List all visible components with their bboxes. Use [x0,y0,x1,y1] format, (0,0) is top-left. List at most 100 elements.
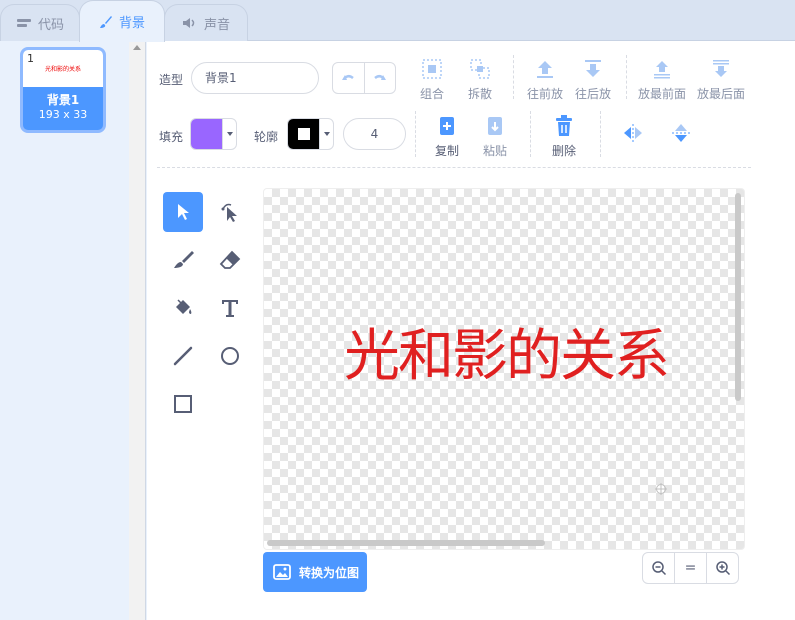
paste-label: 粘贴 [483,144,508,158]
zoom-out-button[interactable] [643,553,674,583]
costume-name-label: 造型 [159,73,184,87]
toolbar-divider [415,111,416,157]
line-icon [173,346,193,366]
arrow-up-icon [537,61,553,78]
canvas-vertical-scrollbar[interactable] [735,193,741,401]
backward-label: 往后放 [575,87,612,101]
tab-sounds[interactable]: 声音 [164,4,248,41]
thumbnail-text: 光和影的关系 [44,66,81,73]
ungroup-icon [470,59,490,79]
front-button[interactable]: 放最前面 [638,57,686,102]
text-icon [222,300,238,317]
send-to-back-icon [713,60,729,77]
dropdown-arrow-icon [319,119,333,149]
flip-horizontal-icon [624,124,642,142]
undo-icon [342,75,355,80]
rectangle-icon [174,395,192,413]
list-scrollbar[interactable] [129,41,146,620]
delete-label: 删除 [552,144,577,158]
ungroup-button[interactable]: 拆散 [468,57,492,102]
speaker-icon [182,18,195,28]
convert-label: 转换为位图 [299,565,360,580]
delete-button[interactable]: 删除 [552,114,576,159]
zoom-in-icon [715,561,730,576]
backward-button[interactable]: 往后放 [575,57,611,102]
brush-icon [99,15,112,28]
tab-sounds-label: 声音 [203,17,230,33]
code-icon [16,19,31,27]
copy-button[interactable]: 复制 [435,114,459,159]
tab-backdrops-label: 背景 [118,16,145,31]
paint-editor: 造型 背景1 组合 拆散 往前放 往后放 放最前面 放最后面 填充 轮廓 4 复… [147,41,795,620]
reshape-tool[interactable] [210,192,250,232]
flip-vertical-icon [672,124,690,142]
forward-label: 往前放 [527,87,564,101]
scroll-up-arrow-icon[interactable] [133,45,141,50]
zoom-in-button[interactable] [706,553,738,583]
backdrop-item[interactable]: 1 光和影的关系 背景1 193 x 33 [20,47,106,133]
backdrop-name: 背景1 [46,93,80,107]
canvas-text-object[interactable]: 光和影的关系 [344,311,670,392]
tab-backdrops[interactable]: 背景 [79,0,165,42]
zoom-controls: = [642,552,739,584]
convert-to-bitmap-button[interactable]: 转换为位图 [263,552,367,592]
dropdown-arrow-icon [222,119,236,149]
backdrop-size: 193 x 33 [38,108,88,121]
toolbar-divider [600,111,601,157]
trash-icon [556,115,572,136]
toolbar-divider [530,111,531,157]
redo-button[interactable] [365,63,396,93]
paint-canvas[interactable]: 光和影的关系 [263,188,745,550]
back-button[interactable]: 放最后面 [697,57,745,102]
crosshair-icon [655,483,667,495]
outline-label: 轮廓 [254,130,279,144]
paintbrush-icon [174,251,194,268]
backdrop-thumbnail: 光和影的关系 [23,50,103,87]
undo-redo-group [332,62,396,94]
backdrop-number: 1 [27,52,34,65]
costume-name-input[interactable]: 背景1 [191,62,319,94]
back-label: 放最后面 [697,87,746,101]
eraser-icon [219,250,241,269]
flip-horizontal-button[interactable] [622,122,644,144]
canvas-horizontal-scrollbar[interactable] [267,540,545,546]
outline-width-input[interactable]: 4 [343,118,406,150]
copy-icon [440,117,454,135]
tab-code-label: 代码 [37,17,64,33]
group-icon [422,59,442,79]
fill-swatch [191,119,222,149]
toolbar-divider-horizontal [157,167,751,168]
brush-tool[interactable] [163,240,203,280]
line-tool[interactable] [163,336,203,376]
group-label: 组合 [420,87,445,101]
rectangle-tool[interactable] [163,384,203,424]
circle-tool[interactable] [210,336,250,376]
group-button[interactable]: 组合 [420,57,444,102]
zoom-reset-button[interactable]: = [674,553,706,583]
text-tool[interactable] [210,288,250,328]
toolbar-divider [513,55,514,99]
fill-color-picker[interactable] [190,118,237,150]
paste-icon [488,117,502,135]
zoom-reset-label: = [684,560,697,576]
paint-bucket-icon [176,299,192,314]
select-tool[interactable] [163,192,203,232]
circle-icon [221,347,239,365]
redo-icon [373,75,386,80]
fill-label: 填充 [159,130,184,144]
outline-swatch [288,119,319,149]
eraser-tool[interactable] [210,240,250,280]
forward-button[interactable]: 往前放 [527,57,563,102]
tab-code[interactable]: 代码 [0,4,80,41]
arrow-pointer-icon [178,204,189,220]
outline-color-picker[interactable] [287,118,334,150]
ungroup-label: 拆散 [468,87,493,101]
backdrop-list: 1 光和影的关系 背景1 193 x 33 [0,41,129,620]
paste-button[interactable]: 粘贴 [483,114,507,159]
toolbar-divider [626,55,627,99]
undo-button[interactable] [333,63,365,93]
image-icon [273,564,291,580]
front-label: 放最前面 [638,87,687,101]
flip-vertical-button[interactable] [670,122,692,144]
fill-tool[interactable] [163,288,203,328]
